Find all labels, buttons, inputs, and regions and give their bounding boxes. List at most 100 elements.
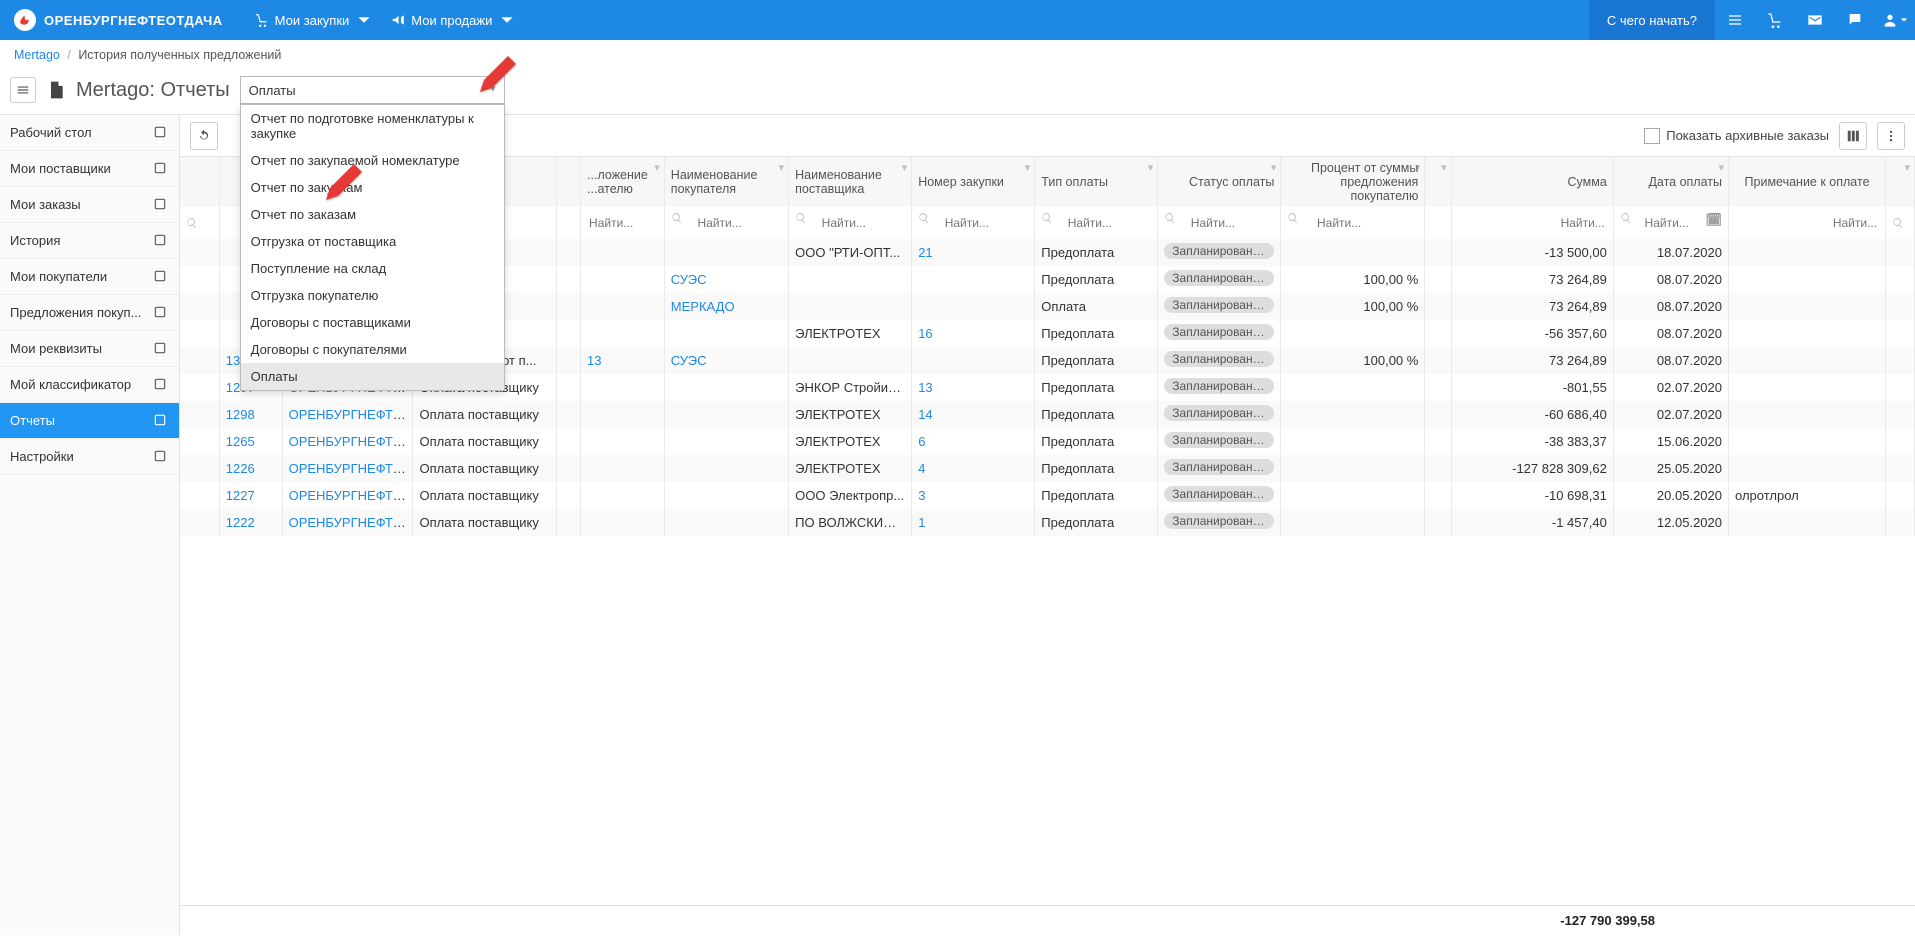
col-paytype: Тип оплаты▾ [1035,157,1158,207]
dropdown-item[interactable]: Отчет по закупкам [241,174,504,201]
filter-icon[interactable]: ▾ [1904,161,1910,174]
row-id[interactable]: 1265 [226,434,255,449]
megaphone-icon [391,13,405,27]
row-owner[interactable]: ОРЕНБУРГНЕФТЕ... [289,461,413,476]
filter-icon[interactable]: ▾ [1148,161,1154,174]
search-input[interactable] [1735,212,1879,234]
table-row[interactable]: 1298ОРЕНБУРГНЕФТЕ...Оплата поставщикуЭЛЕ… [180,401,1915,428]
search-input[interactable] [1458,212,1607,234]
topnav-right: С чего начать? [1589,0,1915,40]
page-title: Mertago: Отчеты [76,80,230,100]
status-badge: Запланировано... [1164,513,1274,529]
page-header: Mertago: Отчеты Оплаты Отчет по подготов… [0,70,1915,115]
search-input[interactable] [696,212,774,234]
cart-icon [255,13,269,27]
filter-icon[interactable]: ▾ [1415,161,1421,174]
toggle-sidebar-button[interactable] [10,77,36,103]
dropdown-item[interactable]: Отгрузка от поставщика [241,228,504,255]
mail-icon[interactable] [1795,0,1835,40]
sidebar-item[interactable]: История [0,223,179,259]
sidebar-item[interactable]: Настройки [0,439,179,475]
search-input[interactable] [587,212,658,234]
list-icon[interactable] [1715,0,1755,40]
filter-icon[interactable]: ▾ [779,161,785,174]
filter-icon[interactable]: ▾ [1441,161,1447,174]
search-input[interactable] [943,212,1020,234]
col-buyer: Наименование покупателя▾ [664,157,788,207]
topmenu-sell[interactable]: Мои продажи [391,13,514,28]
doc-icon [153,413,169,429]
dropdown-item[interactable]: Отгрузка покупателю [241,282,504,309]
more-button[interactable] [1877,122,1905,150]
table-row[interactable]: 1226ОРЕНБУРГНЕФТЕ...Оплата поставщикуЭЛЕ… [180,455,1915,482]
sidebar-item[interactable]: Рабочий стол [0,115,179,151]
topnav: ОРЕНБУРГНЕФТЕОТДАЧА Мои закупки Мои прод… [0,0,1915,40]
search-input[interactable] [1643,212,1699,234]
filter-icon[interactable]: ▾ [1718,161,1724,174]
refresh-button[interactable] [190,122,218,150]
search-icon [795,212,807,224]
table-row[interactable]: 1265ОРЕНБУРГНЕФТЕ...Оплата поставщикуЭЛЕ… [180,428,1915,455]
checkbox-icon [1644,128,1660,144]
col-offer: ...ложение ...ателю▾ [581,157,665,207]
table-row[interactable]: 1227ОРЕНБУРГНЕФТЕ...Оплата поставщикуООО… [180,482,1915,509]
search-input[interactable] [1066,212,1143,234]
user-menu[interactable] [1875,0,1915,40]
report-dropdown: Отчет по подготовке номенклатуры к закуп… [240,104,505,391]
chevron-down-icon [1900,16,1908,24]
sidebar-item[interactable]: Отчеты [0,403,179,439]
report-select-button[interactable]: Оплаты [240,76,505,104]
dropdown-item[interactable]: Отчет по закупаемой номеклатуре [241,147,504,174]
cart-icon[interactable] [1755,0,1795,40]
sidebar-item[interactable]: Мои поставщики [0,151,179,187]
search-icon [1164,212,1176,224]
sidebar-item[interactable]: Мой классификатор [0,367,179,403]
status-badge: Запланировано... [1164,405,1274,421]
filter-icon[interactable]: ▾ [1271,161,1277,174]
row-id[interactable]: 1298 [226,407,255,422]
search-icon [1287,212,1299,224]
row-owner[interactable]: ОРЕНБУРГНЕФТЕ... [289,488,413,503]
breadcrumb-home[interactable]: Mertago [14,48,60,62]
sidebar-item[interactable]: Мои заказы [0,187,179,223]
row-id[interactable]: 1227 [226,488,255,503]
status-badge: Запланировано... [1164,378,1274,394]
sidebar-item[interactable]: Предложения покуп... [0,295,179,331]
columns-button[interactable] [1839,122,1867,150]
show-archived-checkbox[interactable]: Показать архивные заказы [1644,128,1829,144]
dropdown-item[interactable]: Оплаты [241,363,504,390]
search-input[interactable] [820,212,897,234]
status-badge: Запланировано... [1164,270,1274,286]
table-row[interactable]: 1222ОРЕНБУРГНЕФТЕ...Оплата поставщикуПО … [180,509,1915,536]
calendar-icon[interactable]: 🗓 [1705,212,1722,228]
topmenu-buy[interactable]: Мои закупки [255,13,372,28]
row-owner[interactable]: ОРЕНБУРГНЕФТЕ... [289,434,413,449]
get-started-button[interactable]: С чего начать? [1589,0,1715,40]
breadcrumb: Mertago / История полученных предложений [0,40,1915,70]
row-owner[interactable]: ОРЕНБУРГНЕФТЕ... [289,407,413,422]
sidebar-item[interactable]: Мои реквизиты [0,331,179,367]
search-input[interactable] [1315,212,1407,234]
dropdown-item[interactable]: Договоры с поставщиками [241,309,504,336]
filter-icon[interactable]: ▾ [1025,161,1031,174]
search-icon[interactable] [186,217,198,229]
brand-name: ОРЕНБУРГНЕФТЕОТДАЧА [44,13,223,28]
search-icon[interactable] [1892,217,1904,229]
dropdown-item[interactable]: Отчет по подготовке номенклатуры к закуп… [241,105,504,147]
dropdown-item[interactable]: Отчет по заказам [241,201,504,228]
chat-icon[interactable] [1835,0,1875,40]
col-supplier: Наименование поставщика▾ [789,157,912,207]
brand[interactable]: ОРЕНБУРГНЕФТЕОТДАЧА [0,9,237,31]
row-id[interactable]: 1222 [226,515,255,530]
dropdown-item[interactable]: Поступление на склад [241,255,504,282]
filter-icon[interactable]: ▾ [902,161,908,174]
row-owner[interactable]: ОРЕНБУРГНЕФТЕ... [289,515,413,530]
breadcrumb-current: История полученных предложений [78,48,281,62]
col-note: Примечание к оплате [1729,157,1886,207]
hamburger-icon [16,83,30,97]
search-input[interactable] [1189,212,1266,234]
row-id[interactable]: 1226 [226,461,255,476]
filter-icon[interactable]: ▾ [654,161,660,174]
dropdown-item[interactable]: Договоры с покупателями [241,336,504,363]
sidebar-item[interactable]: Мои покупатели [0,259,179,295]
